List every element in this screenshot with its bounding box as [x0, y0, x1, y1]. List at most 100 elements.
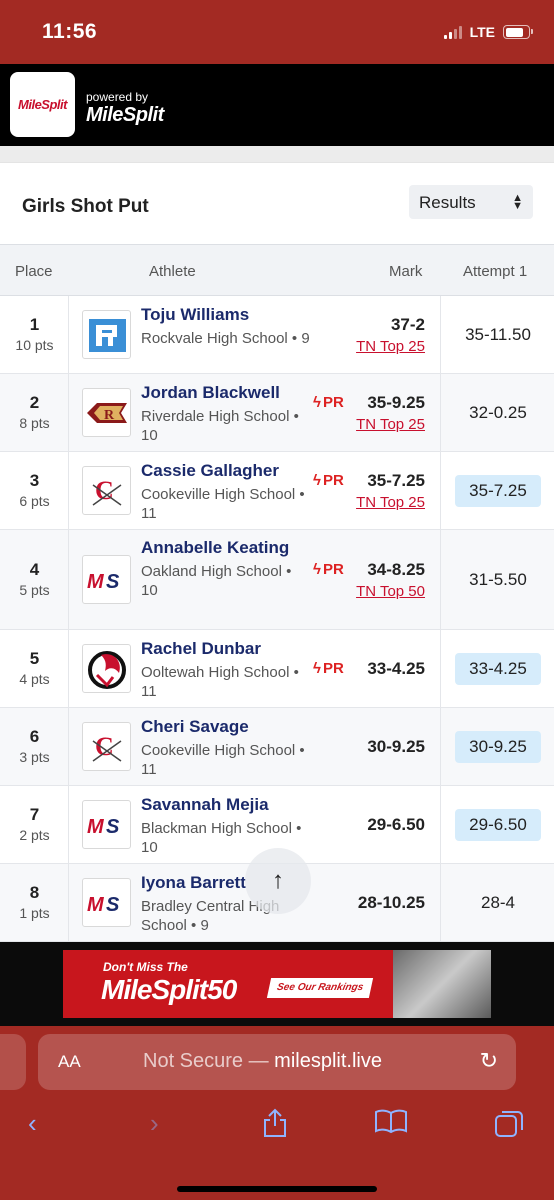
forward-icon[interactable]: › — [150, 1108, 159, 1139]
mark-value: 35-9.25 — [367, 393, 425, 412]
table-row[interactable]: 4 5 pts MS Annabelle Keating Oakland Hig… — [0, 530, 554, 630]
place-cell: 3 6 pts — [0, 452, 69, 529]
athlete-name-link[interactable]: Cheri Savage — [141, 715, 311, 739]
mark-value: 33-4.25 — [367, 659, 425, 678]
place-points: 2 pts — [19, 827, 50, 843]
ranking-link[interactable]: TN Top 50 — [356, 583, 425, 600]
place-cell: 8 1 pts — [0, 864, 69, 941]
event-title: Girls Shot Put — [22, 196, 149, 217]
network-label: LTE — [469, 24, 495, 40]
bookmarks-icon[interactable] — [374, 1108, 408, 1141]
status-icons: LTE — [443, 24, 533, 40]
svg-text:S: S — [106, 816, 120, 838]
results-card: Girls Shot Put Results ▲ ▼ Place Athlete … — [0, 162, 554, 942]
table-row[interactable]: 1 10 pts Toju Williams Rockvale High Sch… — [0, 296, 554, 374]
column-place[interactable]: Place — [15, 263, 53, 280]
athlete-school: Riverdale High School • 10 — [141, 408, 299, 444]
table-row[interactable]: 3 6 pts C Cassie Gallagher Cookeville Hi… — [0, 452, 554, 530]
reader-settings-button[interactable]: AA — [58, 1052, 81, 1072]
mark-cell: 33-4.25 — [367, 659, 425, 679]
team-logo[interactable]: C — [82, 722, 131, 771]
mark-value: 28-10.25 — [357, 893, 425, 912]
reload-icon[interactable]: ↻ — [480, 1048, 498, 1074]
attempt-value: 28-4 — [480, 893, 516, 912]
column-athlete[interactable]: Athlete — [149, 263, 196, 280]
share-icon[interactable] — [262, 1108, 288, 1145]
athlete-school: Cookeville High School • 11 — [141, 742, 305, 778]
athlete-name-link[interactable]: Jordan Blackwell — [141, 381, 311, 405]
place-number: 1 — [29, 315, 40, 334]
mark-value: 37-2 — [390, 315, 425, 334]
place-points: 8 pts — [19, 415, 50, 431]
mark-cell: 37-2 TN Top 25 — [356, 315, 425, 355]
ranking-link[interactable]: TN Top 25 — [356, 416, 425, 433]
bolt-icon: ϟ — [313, 394, 321, 411]
pr-badge: ϟ PR — [313, 472, 344, 489]
milesplit-logo[interactable]: MileSplit — [10, 72, 75, 137]
attempt-cell: 28-4 — [440, 864, 554, 941]
bolt-icon: ϟ — [313, 472, 321, 489]
athlete-name-link[interactable]: Rachel Dunbar — [141, 637, 311, 661]
athlete-name-link[interactable]: Cassie Gallagher — [141, 459, 311, 483]
attempt-cell: 35-7.25 — [440, 452, 554, 529]
place-number: 2 — [29, 393, 40, 412]
browser-nav: ‹ › — [0, 1104, 554, 1144]
pr-badge: ϟ PR — [313, 660, 344, 677]
svg-text:R: R — [104, 408, 115, 423]
mark-cell: 35-9.25 TN Top 25 — [356, 393, 425, 433]
column-mark[interactable]: Mark — [389, 263, 422, 280]
previous-tab-peek[interactable] — [0, 1034, 26, 1090]
athlete-school: Oakland High School • 10 — [141, 563, 292, 599]
athlete-school: Rockvale High School • 9 — [141, 330, 310, 347]
attempt-value: 35-11.50 — [465, 325, 531, 344]
scroll-to-top-button[interactable]: ↑ — [245, 848, 311, 914]
attempt-cell: 32-0.25 — [440, 374, 554, 451]
athlete-name-link[interactable]: Annabelle Keating — [141, 536, 311, 560]
arrow-up-icon: ↑ — [272, 867, 284, 894]
tabs-icon[interactable] — [494, 1108, 524, 1145]
athlete-info: Cassie Gallagher Cookeville High School … — [141, 459, 311, 523]
attempt-value: 31-5.50 — [469, 570, 527, 589]
team-logo[interactable]: MS — [82, 878, 131, 927]
pr-badge: ϟ PR — [313, 561, 344, 578]
athlete-info: Jordan Blackwell Riverdale High School •… — [141, 381, 311, 445]
column-attempt[interactable]: Attempt 1 — [463, 263, 527, 280]
attempt-cell: 35-11.50 — [440, 296, 554, 373]
athlete-info: Annabelle Keating Oakland High School • … — [141, 536, 311, 600]
address-bar[interactable]: AA Not Secure — milesplit.live ↻ — [38, 1034, 516, 1090]
mark-value: 35-7.25 — [367, 471, 425, 490]
team-logo[interactable]: MS — [82, 555, 131, 604]
team-logo[interactable] — [82, 310, 131, 359]
attempt-value: 32-0.25 — [469, 403, 527, 422]
mark-cell: 28-10.25 — [358, 893, 425, 913]
back-icon[interactable]: ‹ — [28, 1108, 37, 1139]
athlete-name-link[interactable]: Savannah Mejia — [141, 793, 311, 817]
ad-button[interactable]: See Our Rankings — [266, 978, 374, 998]
team-logo[interactable] — [82, 644, 131, 693]
battery-icon — [503, 25, 533, 39]
ad-banner[interactable]: Don't Miss The MileSplit50 See Our Ranki… — [63, 950, 491, 1018]
team-logo[interactable]: MS — [82, 800, 131, 849]
mark-cell: 30-9.25 — [367, 737, 425, 757]
place-number: 6 — [29, 727, 40, 746]
table-row[interactable]: 6 3 pts C Cheri Savage Cookeville High S… — [0, 708, 554, 786]
place-cell: 2 8 pts — [0, 374, 69, 451]
chevron-updown-icon: ▲ ▼ — [512, 192, 523, 212]
table-row[interactable]: 2 8 pts R Jordan Blackwell Riverdale Hig… — [0, 374, 554, 452]
place-points: 10 pts — [15, 337, 54, 353]
place-points: 5 pts — [19, 582, 50, 598]
attempt-value: 30-9.25 — [455, 731, 541, 763]
url-text: Not Secure — milesplit.live — [143, 1050, 382, 1072]
mark-value: 34-8.25 — [367, 560, 425, 579]
table-row[interactable]: 5 4 pts Rachel Dunbar Ooltewah High Scho… — [0, 630, 554, 708]
attempt-cell: 29-6.50 — [440, 786, 554, 863]
ranking-link[interactable]: TN Top 25 — [356, 494, 425, 511]
team-logo[interactable]: R — [82, 388, 131, 437]
ranking-link[interactable]: TN Top 25 — [356, 338, 425, 355]
view-select[interactable]: Results ▲ ▼ — [409, 185, 533, 219]
athlete-name-link[interactable]: Toju Williams — [141, 303, 311, 327]
team-logo[interactable]: C — [82, 466, 131, 515]
athlete-info: Cheri Savage Cookeville High School • 11 — [141, 715, 311, 779]
svg-text:S: S — [106, 571, 120, 593]
place-number: 8 — [29, 883, 40, 902]
